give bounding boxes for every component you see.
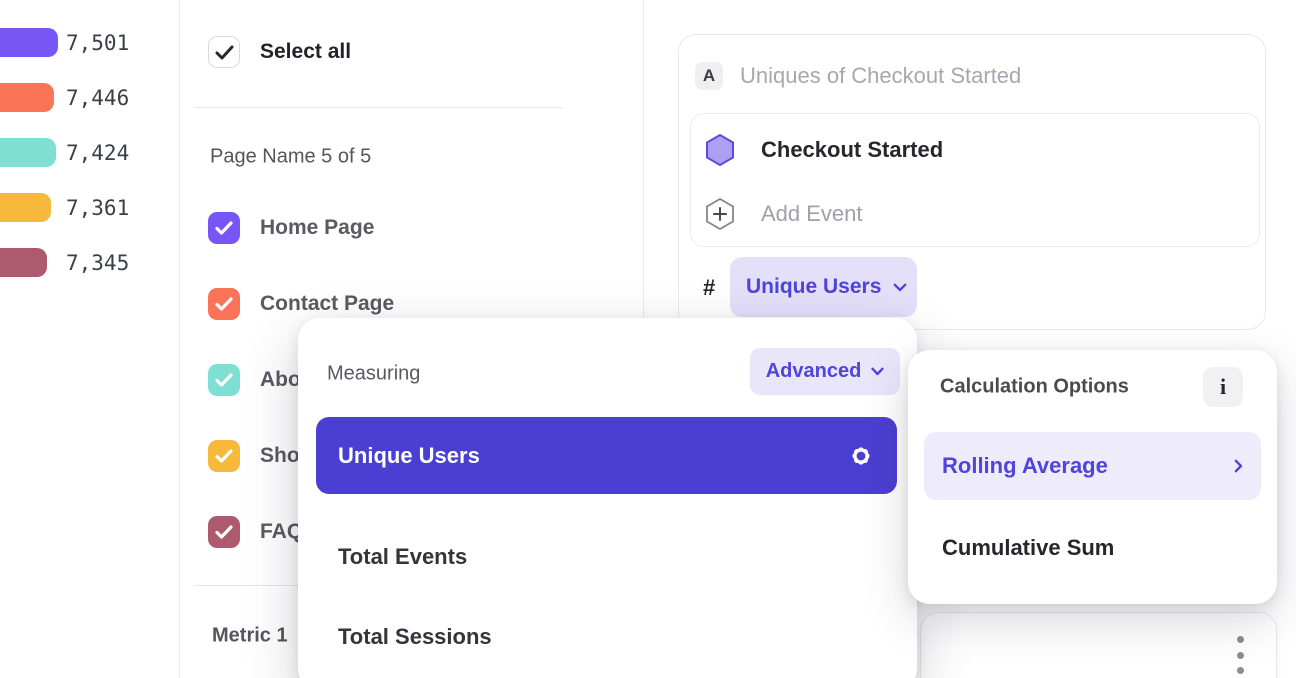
check-icon [215, 373, 233, 387]
series-letter-badge: A [695, 62, 723, 90]
legend-bar [0, 28, 58, 57]
filter-group-label: Page Name 5 of 5 [210, 146, 371, 169]
measuring-menu: Measuring Advanced Unique Users Total Ev… [298, 318, 917, 678]
select-all-checkbox[interactable] [208, 36, 240, 68]
check-icon [215, 449, 233, 463]
calc-option-label: Rolling Average [942, 453, 1108, 479]
legend-value: 7,446 [66, 86, 129, 110]
menu-option-unique-users[interactable]: Unique Users [316, 417, 897, 494]
menu-option-label: Unique Users [338, 443, 480, 469]
menu-option-total-sessions[interactable]: Total Sessions [316, 598, 897, 675]
legend-value: 7,501 [66, 31, 129, 55]
event-name: Checkout Started [761, 137, 943, 163]
gear-icon[interactable] [847, 442, 875, 470]
check-icon [215, 45, 234, 60]
select-all-row[interactable]: Select all [208, 36, 351, 68]
checkbox-contact-page[interactable] [208, 288, 240, 320]
calc-option-cumulative-sum[interactable]: Cumulative Sum [924, 514, 1261, 582]
measure-type-symbol: # [703, 275, 715, 301]
filter-row-contact-page[interactable]: Contact Page [208, 288, 394, 320]
chevron-right-icon [1234, 459, 1243, 473]
checkbox-shop-page[interactable] [208, 440, 240, 472]
measure-dropdown-chip[interactable]: Unique Users [730, 257, 917, 317]
event-hexagon-icon [704, 133, 736, 167]
analytics-screen: 7,501 7,446 7,424 7,361 7,345 Select all… [0, 0, 1296, 678]
filter-row-label: Contact Page [260, 292, 394, 316]
checkbox-about-page[interactable] [208, 364, 240, 396]
menu-option-label: Total Sessions [338, 624, 492, 650]
calc-option-label: Cumulative Sum [942, 535, 1114, 561]
legend-bar [0, 248, 47, 277]
legend-bar [0, 138, 56, 167]
panel-divider-left [179, 0, 180, 678]
calc-option-rolling-average[interactable]: Rolling Average [924, 432, 1261, 500]
add-event-button[interactable]: Add Event [704, 197, 863, 231]
series-title-input[interactable]: Uniques of Checkout Started [740, 63, 1021, 89]
calculation-options-menu: Calculation Options i Rolling Average Cu… [908, 350, 1277, 604]
advanced-label: Advanced [766, 360, 862, 383]
legend-bar [0, 83, 54, 112]
measure-chip-label: Unique Users [746, 275, 881, 299]
legend-value: 7,345 [66, 251, 129, 275]
advanced-dropdown-button[interactable]: Advanced [750, 348, 900, 395]
checkbox-home-page[interactable] [208, 212, 240, 244]
select-all-label: Select all [260, 40, 351, 64]
filter-row-home-page[interactable]: Home Page [208, 212, 374, 244]
chevron-down-icon [871, 367, 884, 376]
info-icon: i [1220, 374, 1226, 400]
menu-option-label: Total Events [338, 544, 467, 570]
add-event-hexagon-icon [704, 197, 736, 231]
filter-row-label: Home Page [260, 216, 374, 240]
metric-section-label: Metric 1 [212, 625, 288, 648]
legend-bar [0, 193, 51, 222]
legend-value: 7,361 [66, 196, 129, 220]
checkbox-faq-page[interactable] [208, 516, 240, 548]
chevron-down-icon [893, 283, 907, 292]
legend-value: 7,424 [66, 141, 129, 165]
calculation-options-title: Calculation Options [940, 376, 1129, 399]
next-metric-card [920, 612, 1277, 678]
info-button[interactable]: i [1203, 367, 1243, 407]
add-event-label: Add Event [761, 201, 863, 227]
menu-option-total-events[interactable]: Total Events [316, 518, 897, 595]
check-icon [215, 297, 233, 311]
check-icon [215, 221, 233, 235]
filter-divider [194, 107, 563, 108]
check-icon [215, 525, 233, 539]
measuring-menu-title: Measuring [327, 363, 420, 386]
event-row-checkout-started[interactable]: Checkout Started [704, 133, 943, 167]
kebab-menu-button[interactable] [1228, 634, 1252, 676]
